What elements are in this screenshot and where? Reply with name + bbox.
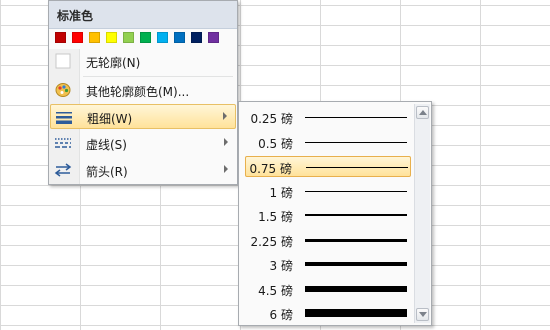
scroll-down-icon: [419, 312, 427, 317]
color-swatch[interactable]: [174, 32, 185, 43]
line-weight-option-label: 0.25 磅: [250, 112, 293, 126]
line-weight-option[interactable]: 3 磅: [245, 254, 411, 275]
line-weight-option[interactable]: 1.5 磅: [245, 205, 411, 226]
outline-context-menu: 标准色 无轮廓(N) 其他轮廓颜色(M)... 粗细(W) 虚线(S) 箭头(R…: [48, 0, 238, 185]
menu-separator: [83, 76, 233, 77]
standard-colors-header: 标准色: [49, 1, 237, 29]
more-outline-colors-menu-item[interactable]: 其他轮廓颜色(M)...: [50, 78, 236, 103]
line-weight-sample: [305, 190, 407, 192]
arrows-menu-item[interactable]: 箭头(R): [50, 158, 236, 183]
color-swatch[interactable]: [89, 32, 100, 43]
arrows-icon: [54, 162, 72, 178]
no-outline-menu-item[interactable]: 无轮廓(N): [50, 49, 236, 74]
line-weight-option[interactable]: 0.25 磅: [245, 107, 411, 128]
no-outline-icon: [54, 53, 72, 69]
color-swatch[interactable]: [191, 32, 202, 43]
scroll-down-button[interactable]: [416, 308, 429, 321]
color-swatch[interactable]: [208, 32, 219, 43]
standard-colors-title: 标准色: [57, 9, 94, 23]
line-weight-option-label: 4.5 磅: [258, 283, 293, 298]
line-weight-option[interactable]: 0.5 磅: [245, 132, 411, 153]
line-weight-option[interactable]: 1 磅: [245, 181, 411, 202]
line-weight-sample: [305, 117, 407, 118]
line-weight-sample: [305, 238, 407, 242]
line-weight-option[interactable]: 4.5 磅: [245, 279, 411, 300]
color-swatch[interactable]: [157, 32, 168, 43]
palette-icon: [54, 82, 72, 98]
line-weight-sample: [305, 309, 407, 317]
line-weight-sample: [305, 214, 407, 216]
color-swatch[interactable]: [55, 32, 66, 43]
color-swatch[interactable]: [72, 32, 83, 43]
dash-label: 虚线(S): [86, 138, 127, 152]
no-outline-label: 无轮廓(N): [86, 56, 141, 70]
color-swatch[interactable]: [106, 32, 117, 43]
line-weight-sample: [305, 285, 407, 292]
color-swatch[interactable]: [123, 32, 134, 43]
line-weight-option-label: 1.5 磅: [258, 210, 293, 224]
line-weight-sample: [305, 262, 407, 266]
line-weight-option-label: 1 磅: [269, 185, 293, 200]
submenu-scrollbar[interactable]: [414, 104, 430, 323]
line-weight-menu-item[interactable]: 粗细(W): [50, 104, 236, 129]
line-weight-label: 粗细(W): [87, 112, 133, 126]
color-swatch[interactable]: [140, 32, 151, 43]
submenu-arrow-icon: [224, 165, 228, 173]
line-weight-option[interactable]: 0.75 磅: [245, 156, 411, 177]
line-weight-submenu: 0.25 磅 0.5 磅 0.75 磅 1 磅 1.5 磅 2.25 磅 3 磅 4.5 磅 6…: [238, 101, 432, 326]
scroll-up-button[interactable]: [416, 106, 429, 119]
scroll-up-icon: [419, 110, 427, 115]
line-weight-option-label: 2.25 磅: [250, 234, 293, 249]
line-weight-option-label: 3 磅: [269, 259, 293, 273]
submenu-arrow-icon: [224, 138, 228, 146]
submenu-arrow-icon: [223, 112, 227, 120]
line-weight-sample: [305, 141, 407, 143]
arrows-label: 箭头(R): [86, 165, 128, 179]
line-weight-icon: [55, 109, 73, 125]
line-weight-sample: [306, 167, 408, 168]
line-weight-option-label: 6 磅: [269, 308, 293, 322]
line-weight-option-label: 0.5 磅: [258, 136, 293, 151]
more-outline-colors-label: 其他轮廓颜色(M)...: [86, 85, 190, 99]
line-weight-option[interactable]: 6 磅: [245, 303, 411, 324]
dash-menu-item[interactable]: 虚线(S): [50, 131, 236, 156]
dash-icon: [54, 135, 72, 151]
line-weight-option[interactable]: 2.25 磅: [245, 230, 411, 251]
line-weight-option-label: 0.75 磅: [249, 162, 292, 176]
